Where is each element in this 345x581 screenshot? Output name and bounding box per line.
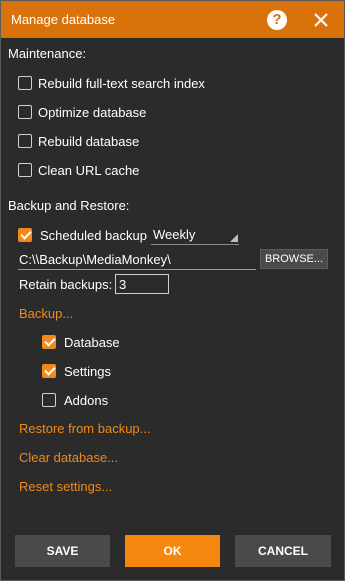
checkbox[interactable] xyxy=(18,76,32,90)
scheduled-backup-label: Scheduled backup xyxy=(40,227,147,243)
ok-button[interactable]: OK xyxy=(125,535,220,567)
backup-restore-heading: Backup and Restore: xyxy=(8,198,130,213)
dialog-title: Manage database xyxy=(11,12,116,27)
save-button[interactable]: SAVE xyxy=(15,535,110,567)
checkbox[interactable] xyxy=(42,393,56,407)
checkbox[interactable] xyxy=(18,163,32,177)
manage-database-dialog: Manage database ? Maintenance: Rebuild f… xyxy=(0,0,345,581)
option-label: Database xyxy=(64,334,120,350)
rebuild-database-option[interactable]: Rebuild database xyxy=(18,132,139,150)
retain-backups-label: Retain backups: xyxy=(19,277,113,292)
optimize-database-option[interactable]: Optimize database xyxy=(18,103,146,121)
checkbox-checked[interactable] xyxy=(18,228,32,242)
checkbox[interactable] xyxy=(18,105,32,119)
browse-button[interactable]: BROWSE... xyxy=(260,249,328,269)
backup-path-input[interactable] xyxy=(18,250,256,270)
checkbox[interactable] xyxy=(18,134,32,148)
backup-link[interactable]: Backup... xyxy=(19,306,73,321)
option-label: Settings xyxy=(64,363,111,379)
frequency-value: Weekly xyxy=(153,227,196,242)
option-label: Rebuild full-text search index xyxy=(38,75,205,91)
backup-settings-option[interactable]: Settings xyxy=(42,362,111,380)
scheduled-backup-option[interactable]: Scheduled backup xyxy=(18,226,147,244)
restore-from-backup-link[interactable]: Restore from backup... xyxy=(19,421,151,436)
maintenance-heading: Maintenance: xyxy=(8,46,87,61)
clean-url-cache-option[interactable]: Clean URL cache xyxy=(18,161,139,179)
option-label: Optimize database xyxy=(38,104,147,120)
option-label: Rebuild database xyxy=(38,133,140,149)
option-label: Clean URL cache xyxy=(38,162,140,178)
option-label: Addons xyxy=(64,392,109,408)
question-circle-icon[interactable]: ? xyxy=(267,10,287,30)
cancel-button[interactable]: CANCEL xyxy=(235,535,331,567)
clear-database-link[interactable]: Clear database... xyxy=(19,450,118,465)
checkbox-checked[interactable] xyxy=(42,364,56,378)
checkbox-checked[interactable] xyxy=(42,335,56,349)
retain-backups-input[interactable] xyxy=(115,274,169,294)
backup-addons-option[interactable]: Addons xyxy=(42,391,108,409)
close-icon[interactable] xyxy=(310,9,332,31)
reset-settings-link[interactable]: Reset settings... xyxy=(19,479,112,494)
rebuild-fulltext-option[interactable]: Rebuild full-text search index xyxy=(18,74,205,92)
dropdown-arrow-icon xyxy=(230,234,238,242)
backup-database-option[interactable]: Database xyxy=(42,333,120,351)
title-bar: Manage database ? xyxy=(1,1,344,38)
backup-frequency-select[interactable]: Weekly xyxy=(151,227,239,245)
